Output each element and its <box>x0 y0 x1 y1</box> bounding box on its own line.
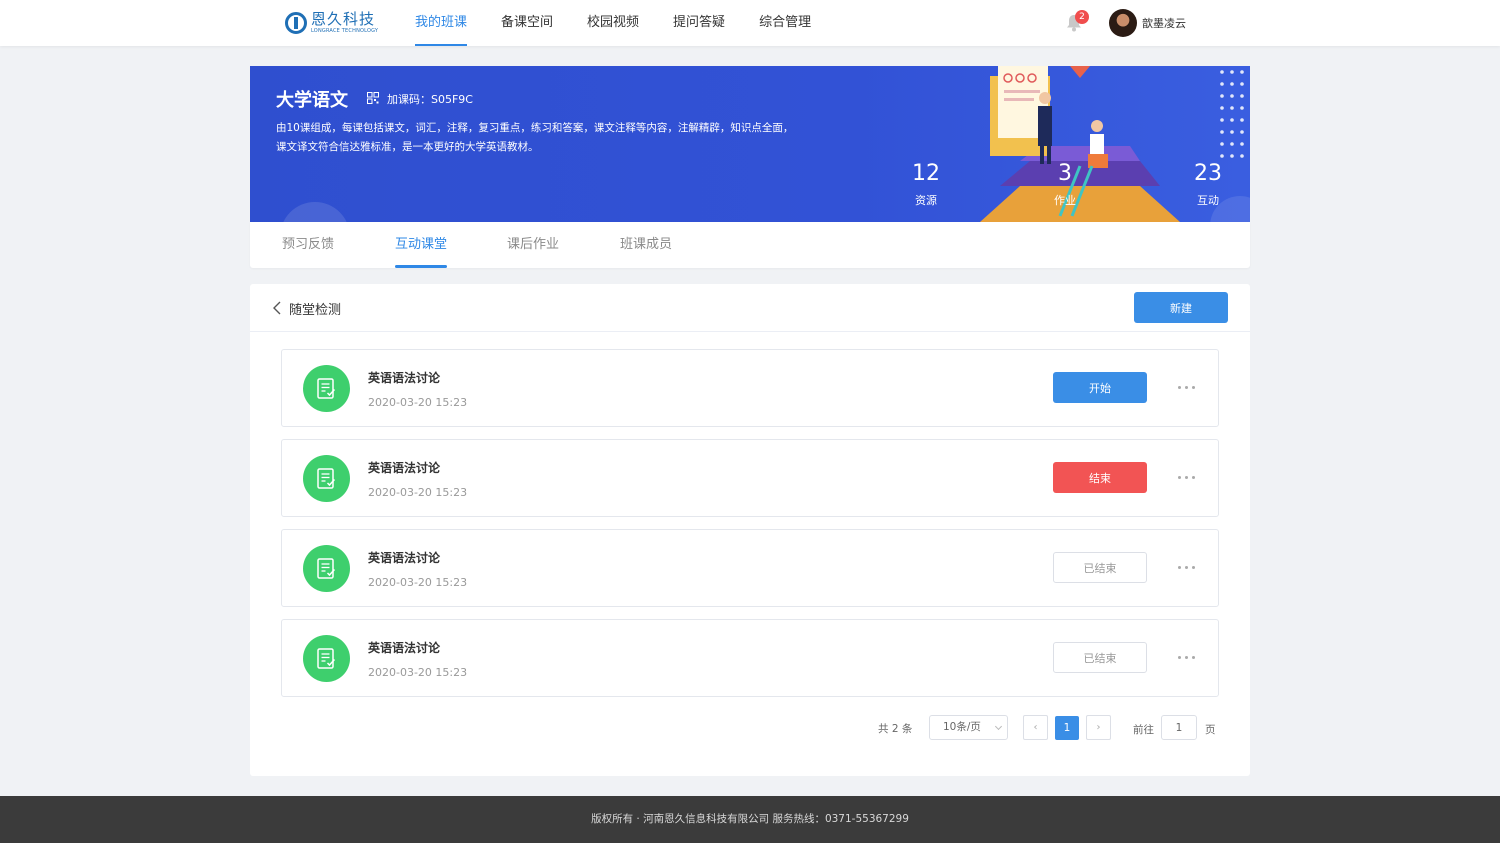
start-button[interactable]: 开始 <box>1053 372 1147 403</box>
course-description: 由10课组成，每课包括课文，词汇，注释，复习重点，练习和答案，课文注释等内容，注… <box>276 122 794 153</box>
notification-badge: 2 <box>1075 10 1089 24</box>
course-banner: 大学语文 加课码：S05F9C 由10课组成，每课包括课文，词汇，注释，复习重点… <box>250 66 1250 222</box>
item-title: 英语语法讨论 <box>368 371 441 385</box>
join-code: 加课码：S05F9C <box>387 93 473 106</box>
course-tabs: 预习反馈 互动课堂 课后作业 班课成员 <box>250 222 1250 268</box>
prev-page-button[interactable]: ‹ <box>1023 715 1048 740</box>
panel-header: 随堂检测 新建 <box>250 284 1250 332</box>
document-check-icon <box>303 455 350 502</box>
next-page-button[interactable]: › <box>1086 715 1111 740</box>
tab-preview-feedback[interactable]: 预习反馈 <box>282 222 334 268</box>
nav-campus-video[interactable]: 校园视频 <box>572 0 654 46</box>
page-size-select[interactable]: 10条/页 <box>929 715 1008 740</box>
tab-homework[interactable]: 课后作业 <box>507 222 559 268</box>
goto-label: 前往 <box>1133 724 1154 736</box>
logo-subtext: LONGRACE TECHNOLOGY <box>311 28 379 34</box>
item-title: 英语语法讨论 <box>368 461 441 475</box>
list-item[interactable]: 英语语法讨论 2020-03-20 15:23 已结束 <box>281 619 1219 697</box>
document-check-icon <box>303 365 350 412</box>
stat-label: 作业 <box>1054 194 1076 207</box>
ended-button[interactable]: 已结束 <box>1053 642 1147 673</box>
main-nav: 我的班课 备课空间 校园视频 提问答疑 综合管理 <box>400 0 830 46</box>
end-button[interactable]: 结束 <box>1053 462 1147 493</box>
quiz-panel: 随堂检测 新建 英语语法讨论 2020-03-20 15:23 开始 英语语法讨… <box>250 284 1250 776</box>
tab-interactive-class[interactable]: 互动课堂 <box>395 222 448 268</box>
nav-my-classes[interactable]: 我的班课 <box>400 0 482 46</box>
list-item[interactable]: 英语语法讨论 2020-03-20 15:23 开始 <box>281 349 1219 427</box>
avatar[interactable] <box>1109 9 1137 37</box>
footer: 版权所有 · 河南恩久信息科技有限公司 服务热线：0371-55367299 <box>0 796 1500 843</box>
nav-lesson-prep[interactable]: 备课空间 <box>486 0 568 46</box>
qr-code-icon[interactable] <box>367 92 379 104</box>
section-title: 随堂检测 <box>289 303 342 318</box>
goto-page-input[interactable] <box>1161 715 1197 740</box>
page-size-value: 10条/页 <box>943 721 981 733</box>
top-navbar: 恩久科技 LONGRACE TECHNOLOGY 我的班课 备课空间 校园视频 … <box>0 0 1500 46</box>
item-time: 2020-03-20 15:23 <box>368 666 468 679</box>
logo[interactable]: 恩久科技 LONGRACE TECHNOLOGY <box>285 10 378 36</box>
goto-suffix: 页 <box>1205 724 1216 736</box>
list-item[interactable]: 英语语法讨论 2020-03-20 15:23 已结束 <box>281 529 1219 607</box>
stat-label: 资源 <box>915 194 937 207</box>
chevron-down-icon <box>994 722 1003 731</box>
stat-value: 3 <box>1058 161 1072 186</box>
stat-value: 12 <box>912 161 940 186</box>
more-icon[interactable] <box>1178 650 1196 666</box>
stat-value: 23 <box>1194 161 1222 186</box>
stat-assignments[interactable]: 3 作业 <box>1054 162 1076 208</box>
item-title: 英语语法讨论 <box>368 641 441 655</box>
document-check-icon <box>303 545 350 592</box>
tab-class-members[interactable]: 班课成员 <box>620 222 672 268</box>
document-check-icon <box>303 635 350 682</box>
ended-button[interactable]: 已结束 <box>1053 552 1147 583</box>
username[interactable]: 歆墨凌云 <box>1142 15 1186 31</box>
item-time: 2020-03-20 15:23 <box>368 486 468 499</box>
item-time: 2020-03-20 15:23 <box>368 576 468 589</box>
stat-resources[interactable]: 12 资源 <box>912 162 940 208</box>
back-arrow-icon[interactable] <box>272 301 282 315</box>
more-icon[interactable] <box>1178 470 1196 486</box>
more-icon[interactable] <box>1178 560 1196 576</box>
dots-decoration <box>1220 70 1244 158</box>
more-icon[interactable] <box>1178 380 1196 396</box>
nav-management[interactable]: 综合管理 <box>744 0 826 46</box>
nav-qa[interactable]: 提问答疑 <box>658 0 740 46</box>
item-title: 英语语法讨论 <box>368 551 441 565</box>
footer-text: 版权所有 · 河南恩久信息科技有限公司 服务热线：0371-55367299 <box>591 813 909 825</box>
new-button[interactable]: 新建 <box>1134 292 1228 323</box>
logo-text: 恩久科技 <box>311 10 376 28</box>
logo-mark-icon <box>285 12 307 34</box>
list-item[interactable]: 英语语法讨论 2020-03-20 15:23 结束 <box>281 439 1219 517</box>
page-number-current[interactable]: 1 <box>1055 716 1079 740</box>
stat-interactions[interactable]: 23 互动 <box>1194 162 1222 208</box>
item-time: 2020-03-20 15:23 <box>368 396 468 409</box>
pagination-total: 共 2 条 <box>878 723 913 735</box>
stat-label: 互动 <box>1197 194 1219 207</box>
banner-decoration <box>280 202 350 222</box>
course-title: 大学语文 <box>276 90 348 111</box>
